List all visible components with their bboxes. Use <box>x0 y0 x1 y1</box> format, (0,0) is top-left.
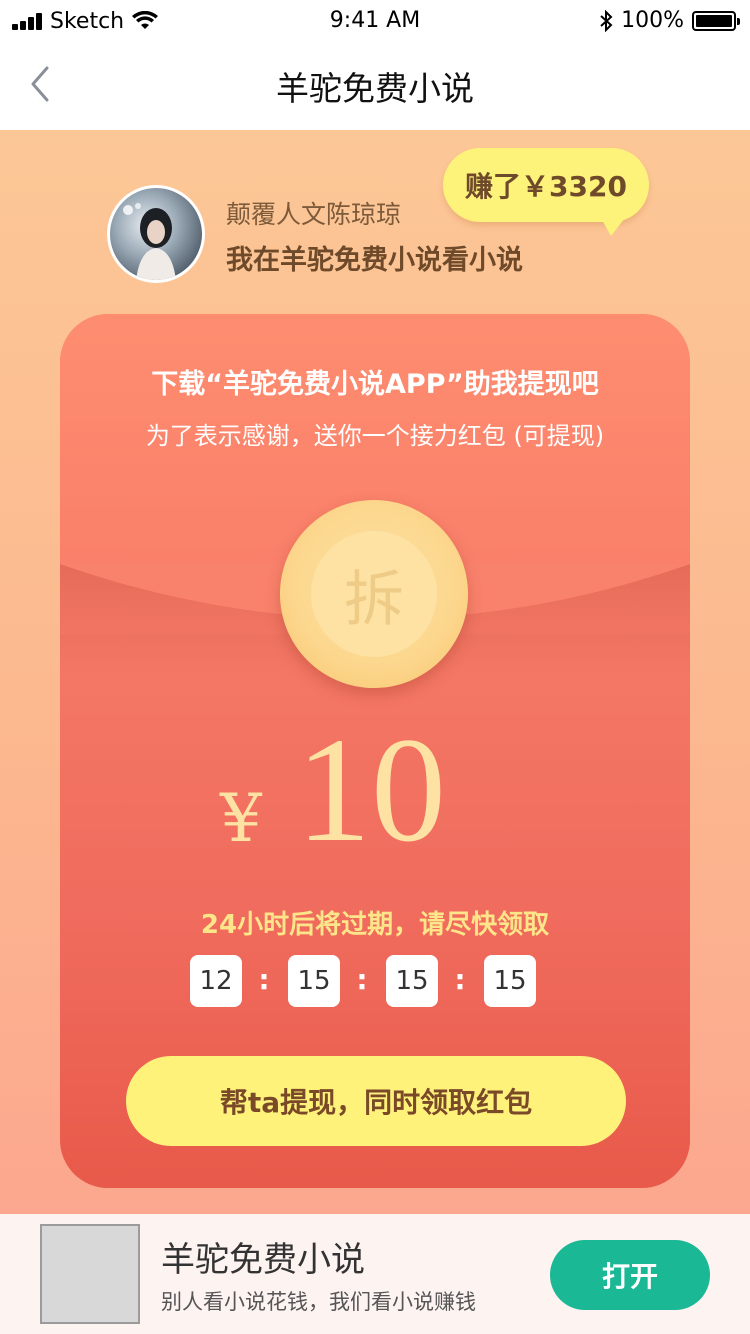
expire-notice: 24小时后将过期，请尽快领取 <box>200 910 550 940</box>
bluetooth-icon <box>600 9 613 32</box>
countdown-separator: : <box>258 963 270 996</box>
status-right: 100% <box>599 8 740 33</box>
profile-name: 颠覆人文陈琼琼 <box>226 200 402 229</box>
currency-symbol: ¥ <box>220 780 262 857</box>
countdown-separator: : <box>356 963 368 996</box>
app-slogan: 别人看小说花钱，我们看小说赚钱 <box>161 1290 476 1314</box>
avatar <box>107 185 205 283</box>
nav-bar: 羊驼免费小说 <box>0 40 750 130</box>
open-packet-button[interactable]: 拆 <box>280 500 468 688</box>
app-name: 羊驼免费小说 <box>161 1240 365 1280</box>
main-content: 颠覆人文陈琼琼 我在羊驼免费小说看小说 赚了￥3320 下载“羊驼免费小说APP… <box>0 130 750 1214</box>
earned-badge: 赚了￥3320 <box>443 148 649 236</box>
countdown-separator: : <box>454 963 466 996</box>
countdown-timer: 12 : 15 : 15 : 15 <box>190 955 536 1007</box>
packet-amount: 10 <box>296 707 446 873</box>
red-packet-card: 下载“羊驼免费小说APP”助我提现吧 为了表示感谢，送你一个接力红包 (可提现)… <box>60 314 690 1188</box>
page-title: 羊驼免费小说 <box>276 69 474 108</box>
open-label: 拆 <box>311 531 437 657</box>
packet-title: 下载“羊驼免费小说APP”助我提现吧 <box>151 369 599 400</box>
open-app-button[interactable]: 打开 <box>550 1240 710 1310</box>
status-bar: Sketch 9:41 AM 100% <box>0 0 750 40</box>
battery-label: 100% <box>621 8 684 33</box>
countdown-milliseconds: 15 <box>484 955 536 1007</box>
countdown-hours: 12 <box>190 955 242 1007</box>
battery-icon <box>692 10 740 31</box>
withdraw-claim-button[interactable]: 帮ta提现，同时领取红包 <box>126 1056 626 1146</box>
app-icon <box>40 1224 140 1324</box>
countdown-minutes: 15 <box>288 955 340 1007</box>
app-download-banner: 羊驼免费小说 别人看小说花钱，我们看小说赚钱 打开 <box>0 1214 750 1334</box>
profile-subtitle: 我在羊驼免费小说看小说 <box>226 245 523 276</box>
countdown-seconds: 15 <box>386 955 438 1007</box>
packet-subtitle: 为了表示感谢，送你一个接力红包 (可提现) <box>145 422 605 450</box>
